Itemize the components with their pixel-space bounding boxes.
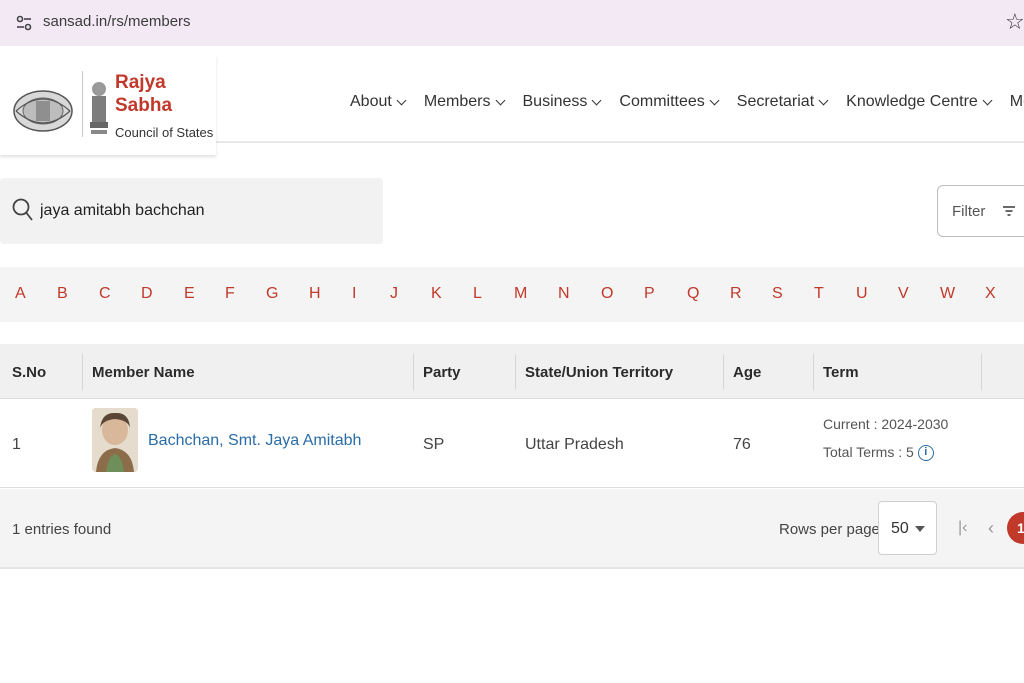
nav-item-label: Members <box>423 93 491 110</box>
term-total: Total Terms : 5 <box>823 444 914 460</box>
alphabet-letter-r[interactable]: R <box>730 285 742 303</box>
column-divider <box>82 354 83 390</box>
site-settings-icon[interactable] <box>15 14 33 32</box>
header-party[interactable]: Party <box>423 364 461 381</box>
filter-icon <box>1003 206 1015 216</box>
alphabet-letter-e[interactable]: E <box>184 285 195 303</box>
logo-title: Rajya Sabha <box>115 71 195 117</box>
logo-title-line1: Rajya <box>115 72 166 93</box>
cell-state: Uttar Pradesh <box>525 436 624 453</box>
column-divider <box>813 354 814 390</box>
alphabet-letter-k[interactable]: K <box>431 285 442 303</box>
header-state[interactable]: State/Union Territory <box>525 364 673 381</box>
filter-button[interactable]: Filter <box>937 185 1024 237</box>
table-footer: 1 entries found Rows per page 50 |‹ ‹ 1 <box>0 489 1024 569</box>
caret-down-icon <box>915 526 925 532</box>
search-box <box>0 178 383 244</box>
bookmark-star-icon[interactable]: ☆ <box>1005 9 1024 35</box>
member-photo-image <box>92 408 138 472</box>
chevron-down-icon <box>709 95 720 105</box>
first-page-icon[interactable]: |‹ <box>958 519 967 537</box>
nav-item-members[interactable]: Members <box>423 93 505 111</box>
header-age[interactable]: Age <box>733 364 761 381</box>
chevron-down-icon <box>495 95 505 105</box>
search-input[interactable] <box>40 197 370 225</box>
member-photo[interactable] <box>92 408 138 472</box>
logo-title-line2: Sabha <box>115 95 173 116</box>
nav-item-secretariat[interactable]: Secretariat <box>736 93 829 111</box>
parliament-emblem-icon <box>13 90 73 132</box>
nav-item-about[interactable]: About <box>350 93 407 111</box>
alphabet-letter-h[interactable]: H <box>309 285 321 303</box>
info-icon[interactable]: i <box>917 445 934 462</box>
alphabet-letter-j[interactable]: J <box>390 285 398 303</box>
column-divider <box>981 354 982 390</box>
alphabet-letter-d[interactable]: D <box>141 285 153 303</box>
nav-item-knowledge-centre[interactable]: Knowledge Centre <box>846 93 993 111</box>
nav-item-more[interactable]: More <box>1010 93 1024 111</box>
url-text[interactable]: sansad.in/rs/members <box>43 13 191 30</box>
chevron-down-icon <box>396 95 407 105</box>
site-logo[interactable]: Rajya Sabha Council of States <box>0 55 216 155</box>
nav-item-label: Committees <box>619 93 705 110</box>
cell-sno: 1 <box>12 436 21 453</box>
alphabet-letter-g[interactable]: G <box>266 285 278 303</box>
cell-party: SP <box>423 436 445 453</box>
alphabet-letter-a[interactable]: A <box>15 285 26 303</box>
logo-subtitle: Council of States <box>115 125 214 140</box>
cell-age: 76 <box>733 436 751 453</box>
alphabet-letter-m[interactable]: M <box>514 285 527 303</box>
alphabet-letter-b[interactable]: B <box>57 285 68 303</box>
term-current: Current : 2024-2030 <box>823 416 949 432</box>
chevron-down-icon <box>591 95 602 105</box>
site-header: Rajya Sabha Council of States About Membe… <box>0 55 1024 155</box>
nav-item-label: Business <box>522 93 588 110</box>
chevron-down-icon <box>818 95 829 105</box>
alphabet-letter-o[interactable]: O <box>601 285 613 303</box>
alphabet-letter-n[interactable]: N <box>558 285 570 303</box>
search-icon <box>12 198 33 221</box>
header-sno[interactable]: S.No <box>12 364 46 381</box>
alphabet-letter-w[interactable]: W <box>940 285 955 303</box>
nav-item-label: Secretariat <box>736 93 815 110</box>
alphabet-filter-bar: A B C D E F G H I J K L M N O P Q R S T U V W X <box>0 267 1024 322</box>
browser-address-bar: sansad.in/rs/members ☆ <box>0 0 1024 46</box>
alphabet-letter-c[interactable]: C <box>99 285 111 303</box>
rows-per-page-value: 50 <box>891 520 909 537</box>
alphabet-letter-t[interactable]: T <box>814 285 824 303</box>
ashoka-emblem-icon <box>90 82 108 134</box>
page-button-current[interactable]: 1 <box>1007 512 1024 544</box>
nav-item-committees[interactable]: Committees <box>619 93 720 111</box>
alphabet-letter-v[interactable]: V <box>898 285 909 303</box>
alphabet-letter-i[interactable]: I <box>352 285 356 303</box>
term-total-wrapper: Total Terms : 5i <box>823 444 934 462</box>
header-term[interactable]: Term <box>823 364 859 381</box>
alphabet-letter-f[interactable]: F <box>225 285 235 303</box>
alphabet-letter-s[interactable]: S <box>772 285 783 303</box>
rows-per-page-label: Rows per page <box>779 521 880 538</box>
table-row: 1 Bachchan, Smt. Jaya Amitabh SP Uttar P… <box>0 400 1024 488</box>
main-navigation: About Members Business Committees Secretaria… <box>350 93 1024 111</box>
entries-count: 1 entries found <box>12 521 112 538</box>
alphabet-letter-p[interactable]: P <box>644 285 655 303</box>
chevron-down-icon <box>982 95 993 105</box>
filter-label: Filter <box>952 203 986 220</box>
alphabet-letter-l[interactable]: L <box>473 285 482 303</box>
nav-item-label: More <box>1009 93 1024 110</box>
member-name-link[interactable]: Bachchan, Smt. Jaya Amitabh <box>148 432 361 450</box>
alphabet-letter-x[interactable]: X <box>985 285 996 303</box>
logo-divider <box>82 71 83 137</box>
column-divider <box>413 354 414 390</box>
alphabet-letter-q[interactable]: Q <box>687 285 699 303</box>
alphabet-letter-u[interactable]: U <box>856 285 868 303</box>
column-divider <box>723 354 724 390</box>
rows-per-page-select[interactable]: 50 <box>878 501 937 555</box>
table-header: S.No Member Name Party State/Union Terri… <box>0 344 1024 399</box>
previous-page-icon[interactable]: ‹ <box>988 518 994 539</box>
nav-item-business[interactable]: Business <box>522 93 602 111</box>
header-member-name[interactable]: Member Name <box>92 364 195 381</box>
nav-item-label: Knowledge Centre <box>846 93 978 110</box>
column-divider <box>515 354 516 390</box>
nav-item-label: About <box>350 93 392 110</box>
